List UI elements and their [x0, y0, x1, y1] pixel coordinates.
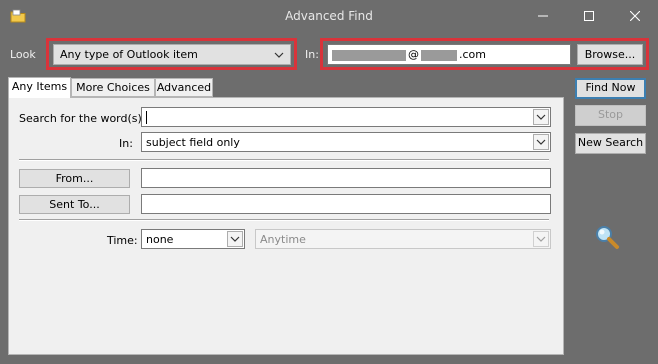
tab-any-items[interactable]: Any Items	[8, 77, 71, 98]
in-field-label: In:	[119, 137, 133, 150]
sent-to-input[interactable]	[141, 194, 551, 214]
tab-more-choices[interactable]: More Choices	[71, 78, 155, 97]
search-words-label: Search for the word(s):	[19, 112, 146, 125]
look-label: Look	[10, 48, 36, 61]
chevron-down-icon	[227, 231, 243, 247]
title-bar[interactable]: Advanced Find	[0, 0, 658, 32]
text-caret	[146, 111, 147, 124]
any-items-panel: Search for the word(s): In: subject fiel…	[8, 97, 564, 355]
chevron-down-icon	[533, 134, 549, 150]
sent-to-button[interactable]: Sent To...	[19, 195, 130, 214]
search-words-input[interactable]	[141, 107, 551, 127]
look-value: Any type of Outlook item	[60, 48, 198, 61]
separator	[19, 219, 549, 221]
tab-advanced[interactable]: Advanced	[155, 78, 213, 97]
stop-button[interactable]: Stop	[575, 105, 646, 126]
time-label: Time:	[107, 234, 138, 247]
time-range-value: Anytime	[260, 233, 306, 246]
in-label: In:	[305, 48, 319, 61]
redacted-block	[332, 50, 406, 61]
advanced-find-window: Advanced Find Look Any type of Outlook i…	[0, 0, 658, 364]
time-dropdown[interactable]: none	[141, 229, 245, 249]
chevron-down-icon	[272, 48, 286, 62]
chevron-down-icon	[533, 231, 549, 247]
redacted-block	[421, 50, 457, 61]
search-words-dropdown-button[interactable]	[533, 109, 549, 125]
time-range-dropdown[interactable]: Anytime	[255, 229, 551, 249]
magnifier-search-icon	[594, 224, 620, 250]
maximize-button[interactable]	[566, 0, 612, 32]
time-value: none	[146, 233, 174, 246]
minimize-button[interactable]	[520, 0, 566, 32]
in-field-value: subject field only	[146, 136, 240, 149]
folder-path-field[interactable]: @ .com	[327, 44, 571, 65]
browse-button[interactable]: Browse...	[577, 44, 643, 65]
new-search-button[interactable]: New Search	[575, 133, 646, 154]
email-suffix: .com	[459, 48, 486, 61]
find-now-button[interactable]: Find Now	[575, 78, 646, 99]
separator	[19, 159, 549, 161]
close-button[interactable]	[612, 0, 658, 32]
from-input[interactable]	[141, 168, 551, 188]
look-dropdown[interactable]: Any type of Outlook item	[53, 44, 291, 65]
email-at: @	[408, 48, 419, 61]
from-button[interactable]: From...	[19, 169, 130, 188]
in-field-dropdown[interactable]: subject field only	[141, 132, 551, 152]
